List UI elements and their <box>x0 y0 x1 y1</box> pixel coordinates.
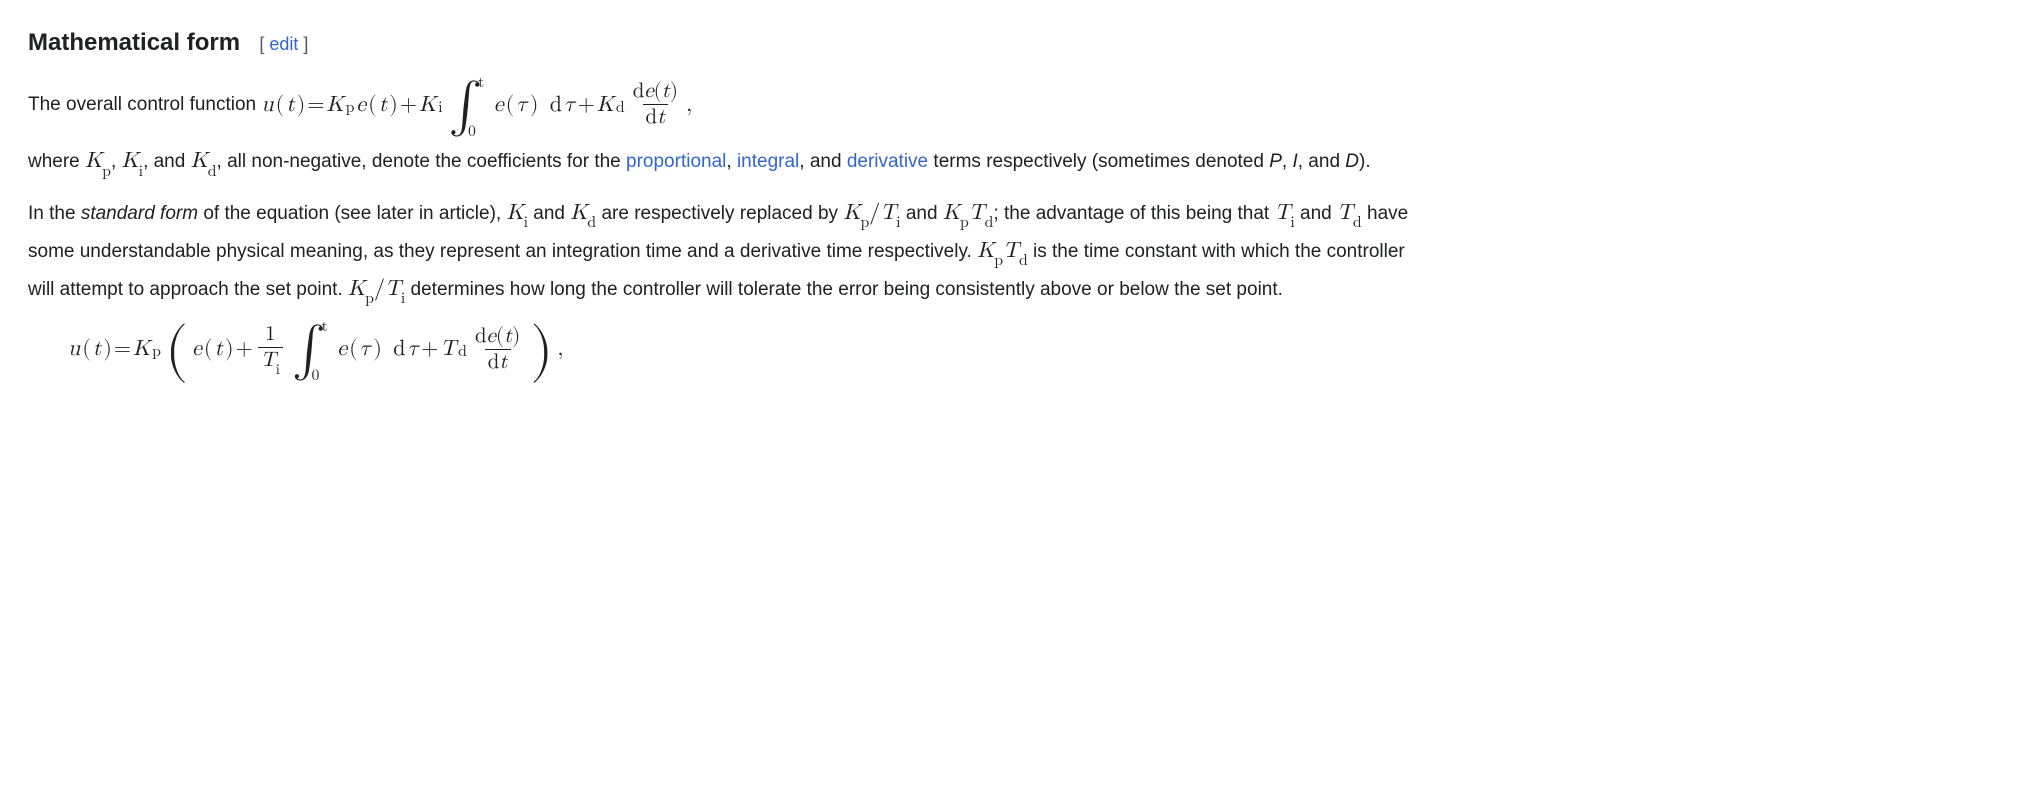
math-d: D <box>1345 151 1359 172</box>
link-integral[interactable]: integral <box>737 151 799 172</box>
section-header: Mathematical form [ edit ] <box>28 24 1428 80</box>
em-standard-form: standard form <box>81 203 198 224</box>
edit-bracket-close: ] <box>298 34 308 54</box>
paragraph-control-function: The overall control function u(t) = Kpe(… <box>28 80 1428 130</box>
fraction-de-dt: de(t) dt <box>630 80 681 130</box>
link-proportional[interactable]: proportional <box>626 151 726 172</box>
edit-section: [ edit ] <box>259 34 308 54</box>
equation-control-function: u(t) = Kpe(t) + Ki ∫ t 0 e(τ) dτ + Kd de… <box>261 80 692 130</box>
equation-standard-form: u(t) = Kp ( e(t) + 1 Ti ∫ t 0 e(τ) dτ + … <box>68 323 1428 376</box>
edit-link[interactable]: edit <box>269 34 298 54</box>
link-derivative[interactable]: derivative <box>847 151 928 172</box>
math-kd: Kd <box>191 150 217 172</box>
math-p: P <box>1269 151 1282 172</box>
math-kp: Kp <box>85 150 111 172</box>
math-kp-td: KpTd <box>943 202 994 224</box>
paragraph-coefficients: where Kp, Ki, and Kd, all non-negative, … <box>28 144 1428 182</box>
section-title: Mathematical form <box>28 24 240 62</box>
math-kp-over-ti: Kp/Ti <box>843 202 900 224</box>
edit-bracket-open: [ <box>259 34 269 54</box>
text-lead: The overall control function <box>28 94 261 115</box>
integral-symbol: ∫ t 0 <box>445 88 482 123</box>
paragraph-standard-form: In the standard form of the equation (se… <box>28 196 1428 309</box>
math-ki: Ki <box>122 150 144 172</box>
fraction-1-ti: 1 Ti <box>258 323 283 376</box>
